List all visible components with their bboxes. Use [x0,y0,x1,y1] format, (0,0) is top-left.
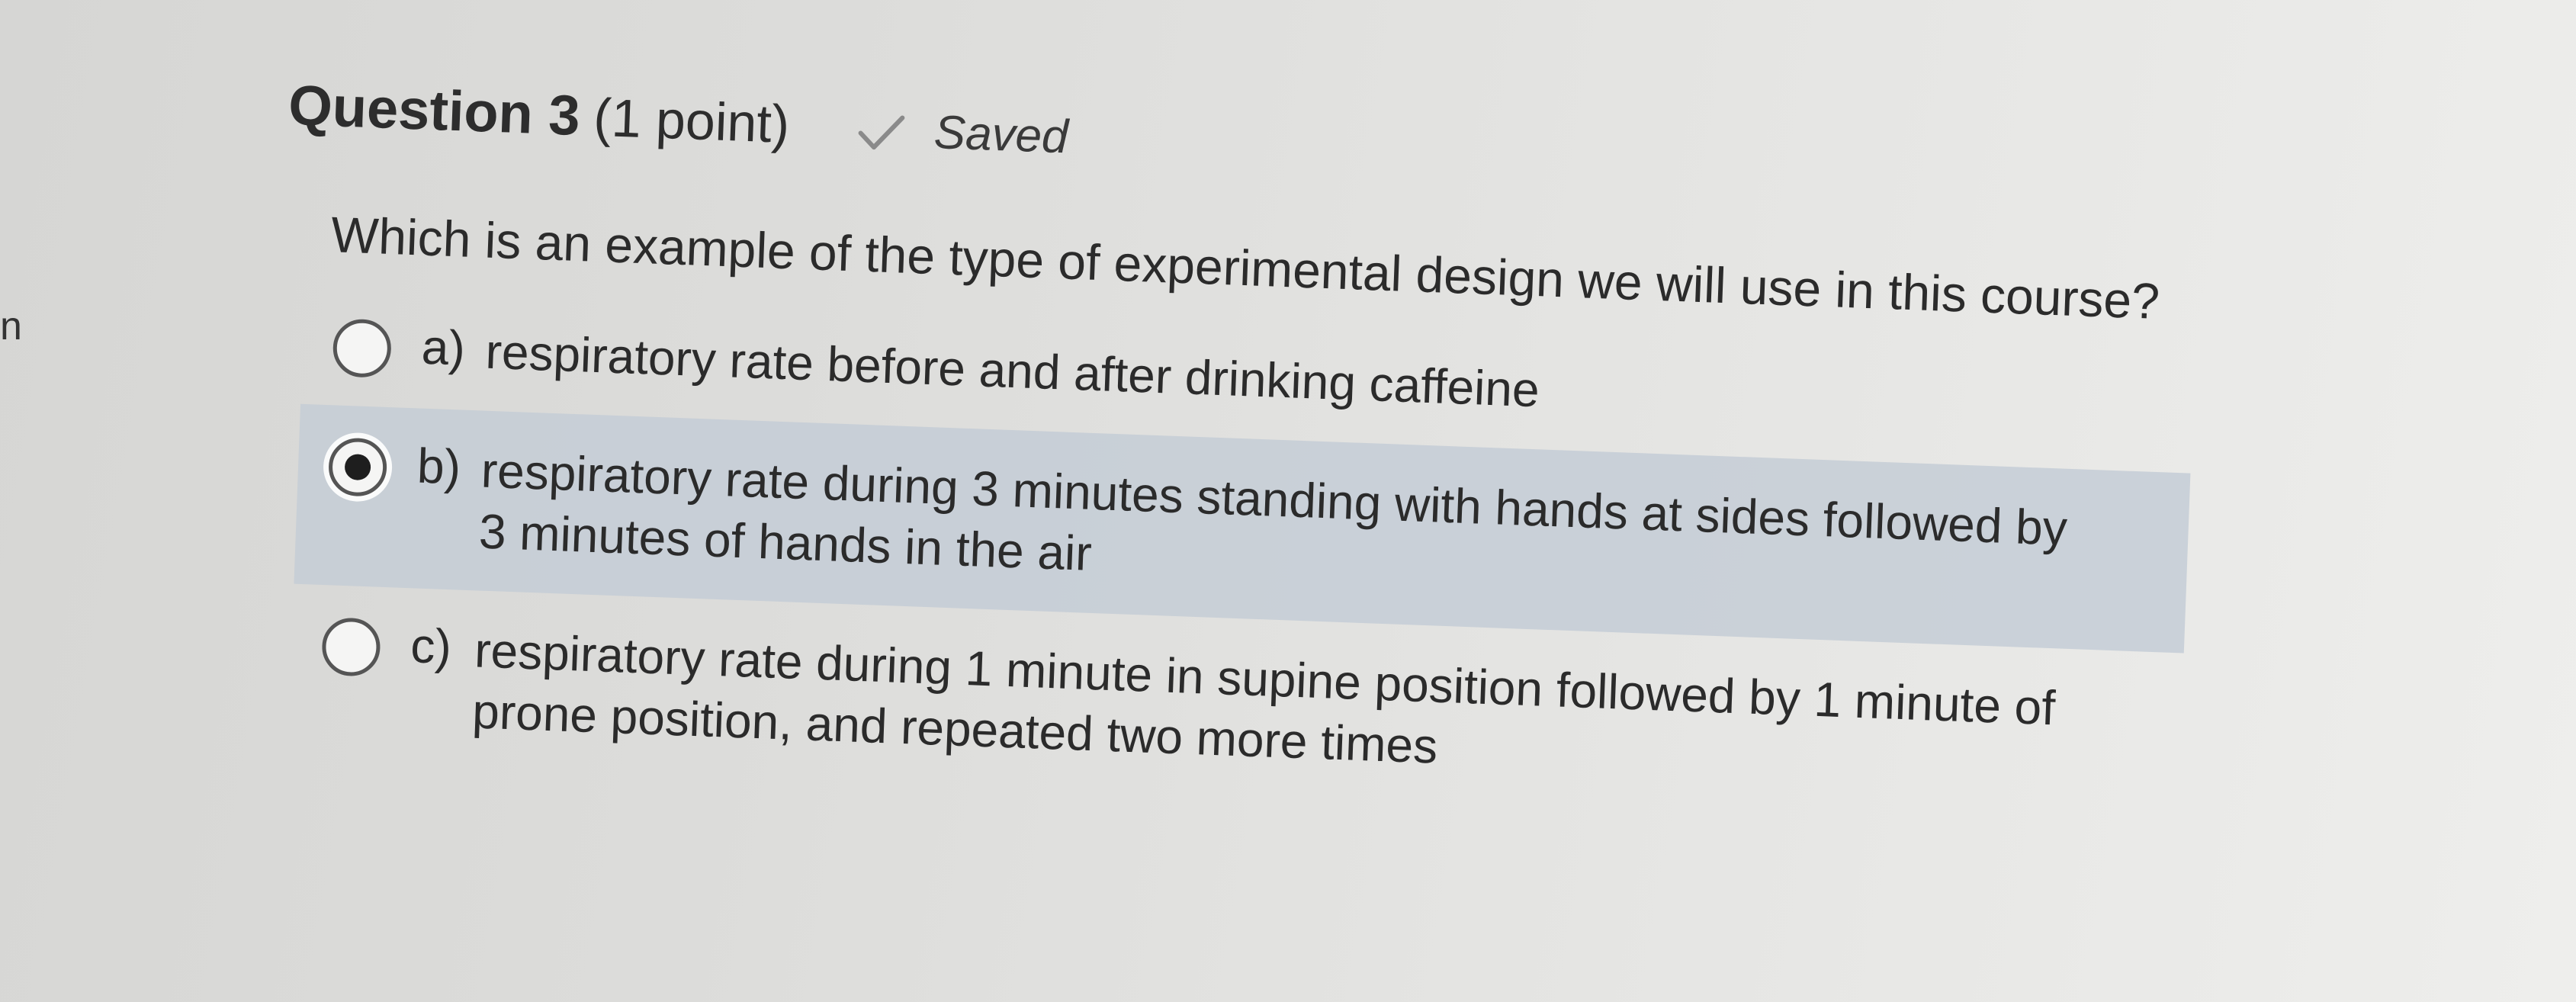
radio-button-a[interactable] [332,318,393,379]
question-points: (1 point) [593,87,791,155]
checkmark-icon [857,111,906,153]
radio-button-b[interactable] [327,437,388,497]
radio-button-c[interactable] [321,617,381,677]
question-header: Question 3 (1 point) Saved [287,72,2240,228]
saved-status: Saved [857,102,1069,164]
question-title: Question 3 [287,72,582,147]
option-text[interactable]: respiratory rate during 3 minutes standi… [478,440,2098,621]
option-letter: c) [410,618,453,675]
question-block: Question 3 (1 point) Saved Which is an e… [265,72,2240,834]
saved-label: Saved [933,106,1069,164]
option-text[interactable]: respiratory rate during 1 minute in supi… [471,619,2091,801]
partial-left-text: n [0,304,22,348]
answer-options: a) respiratory rate before and after dri… [287,285,2233,834]
option-letter: a) [420,319,467,376]
option-letter: b) [416,438,462,495]
